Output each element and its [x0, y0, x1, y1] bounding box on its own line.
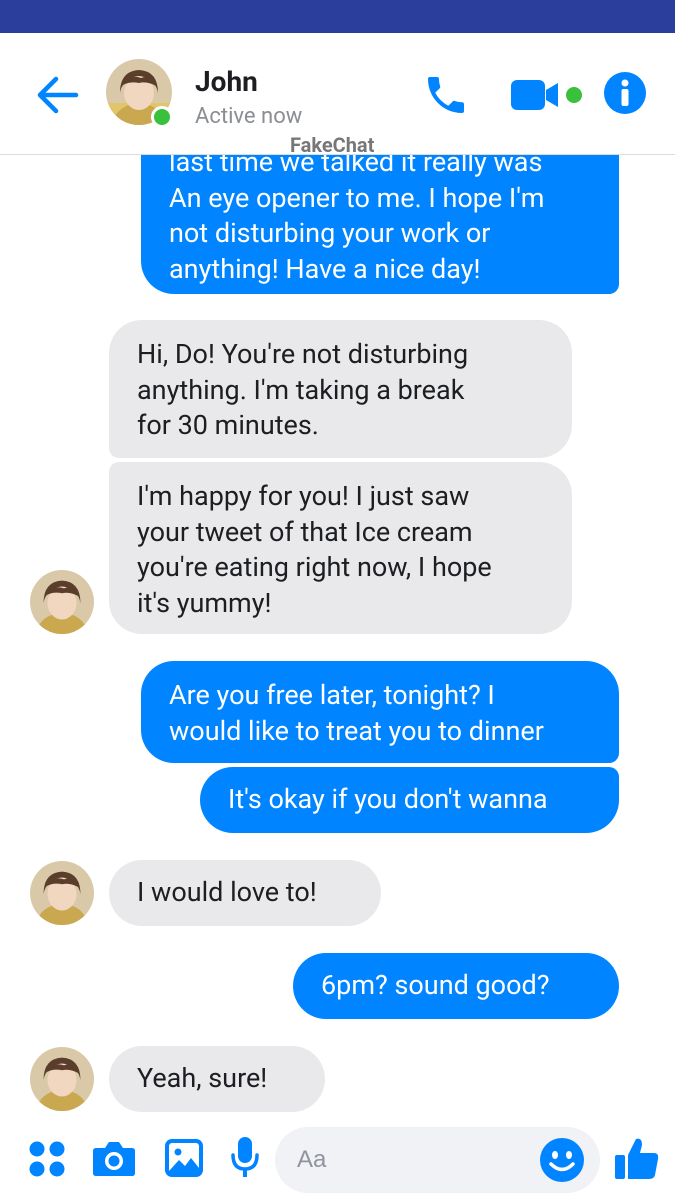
- message-line: not disturbing your work or: [169, 217, 491, 249]
- contact-name[interactable]: John: [195, 65, 258, 98]
- status-bar: [0, 0, 675, 33]
- contact-avatar[interactable]: [30, 861, 94, 925]
- message-line: Yeah, sure!: [137, 1062, 268, 1094]
- message-line: would like to treat you to dinner: [169, 714, 544, 747]
- contact-avatar[interactable]: [30, 570, 94, 634]
- contact-avatar[interactable]: [106, 59, 173, 128]
- outgoing-message[interactable]: It's okay if you don't wanna: [200, 767, 619, 833]
- outgoing-message[interactable]: 6pm? sound good?: [293, 953, 619, 1019]
- outgoing-message[interactable]: last time we talked it really was An eye…: [141, 155, 619, 294]
- video-camera-icon[interactable]: [510, 77, 586, 113]
- message-line: Hi, Do! You're not disturbing: [137, 338, 469, 370]
- message-line: it's yummy!: [137, 586, 272, 619]
- chat-header: John Active now FakeChat: [0, 33, 675, 157]
- message-line: 6pm? sound good?: [321, 969, 550, 1001]
- image-icon[interactable]: [164, 1138, 204, 1178]
- online-indicator: [151, 106, 173, 128]
- incoming-message[interactable]: I'm happy for you! I just saw your tweet…: [109, 462, 572, 634]
- incoming-message[interactable]: I would love to!: [109, 860, 381, 926]
- camera-icon[interactable]: [92, 1138, 136, 1178]
- message-line: anything! Have a nice day!: [169, 252, 481, 285]
- message-line: last time we talked it really was: [169, 155, 543, 178]
- microphone-icon[interactable]: [230, 1135, 260, 1181]
- message-line: Are you free later, tonight? I: [169, 679, 495, 711]
- contact-status: Active now: [195, 104, 303, 129]
- message-input[interactable]: [297, 1127, 527, 1193]
- watermark: FakeChat: [290, 133, 375, 157]
- message-line: It's okay if you don't wanna: [228, 783, 548, 815]
- emoji-icon[interactable]: [539, 1137, 585, 1183]
- message-line: you're eating right now, I hope: [137, 551, 492, 583]
- message-line: I would love to!: [137, 876, 317, 908]
- message-line: your tweet of that Ice cream: [137, 515, 473, 548]
- back-arrow-icon[interactable]: [36, 75, 80, 115]
- info-icon[interactable]: [603, 71, 647, 115]
- outgoing-message[interactable]: Are you free later, tonight? I would lik…: [141, 661, 619, 763]
- incoming-message[interactable]: Yeah, sure!: [109, 1046, 325, 1112]
- message-line: anything. I'm taking a break: [137, 373, 465, 406]
- thumbs-up-icon[interactable]: [614, 1135, 660, 1181]
- contact-avatar[interactable]: [30, 1047, 94, 1111]
- message-line: for 30 minutes.: [137, 409, 319, 441]
- message-line: An eye opener to me. I hope I'm: [169, 181, 545, 214]
- apps-icon[interactable]: [28, 1140, 66, 1178]
- message-line: I'm happy for you! I just saw: [137, 480, 470, 512]
- phone-icon[interactable]: [422, 71, 470, 119]
- message-input-field[interactable]: [275, 1127, 600, 1193]
- incoming-message[interactable]: Hi, Do! You're not disturbing anything. …: [109, 320, 572, 458]
- message-composer: [0, 1120, 675, 1200]
- message-list: last time we talked it really was An eye…: [0, 155, 675, 1120]
